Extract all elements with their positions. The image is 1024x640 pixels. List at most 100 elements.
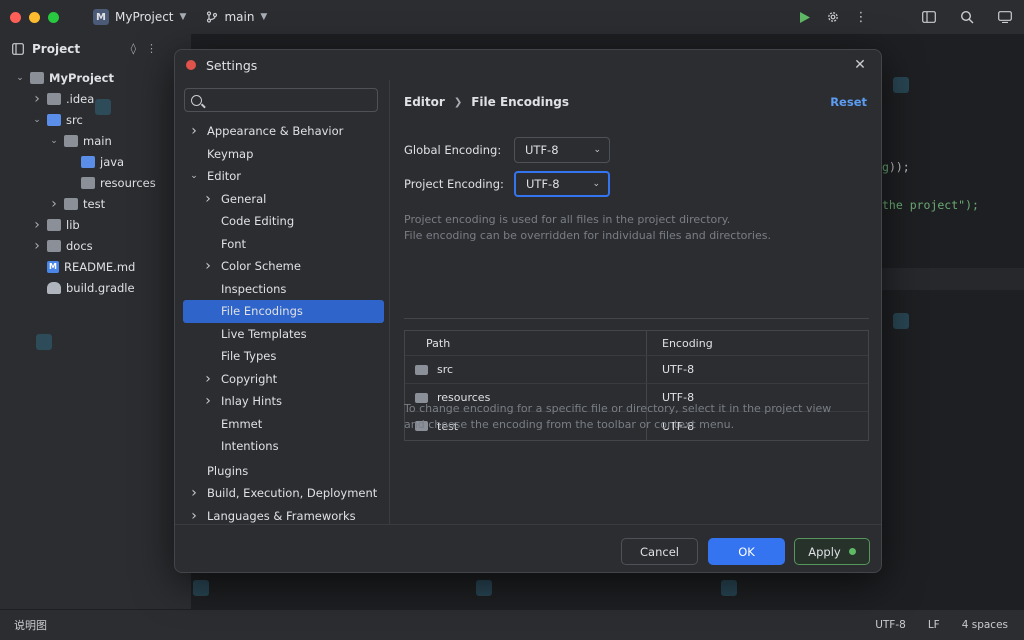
chevron-right-icon[interactable]: › <box>189 123 199 139</box>
chevron-right-icon[interactable]: › <box>31 238 43 254</box>
table-header: Path Encoding <box>405 331 868 356</box>
tree-item[interactable]: › docs <box>0 235 191 256</box>
play-icon <box>800 11 810 23</box>
settings-nav-item[interactable]: File Encodings <box>183 300 384 323</box>
settings-search[interactable] <box>184 88 378 112</box>
tree-item[interactable]: ⌄ main <box>0 130 191 151</box>
settings-nav-item[interactable]: Intentions <box>175 435 390 458</box>
minimize-window-button[interactable] <box>29 11 40 23</box>
column-header-path[interactable]: Path <box>405 331 647 355</box>
chevron-right-icon[interactable]: › <box>48 196 60 212</box>
layout-button[interactable] <box>918 6 940 28</box>
current-line-highlight <box>882 268 1024 290</box>
settings-nav-item[interactable]: › General <box>175 188 390 211</box>
search-everywhere-button[interactable] <box>956 6 978 28</box>
tree-item[interactable]: ⌄ MyProject <box>0 67 191 88</box>
tree-item[interactable]: M README.md <box>0 256 191 277</box>
folder-icon <box>47 218 61 231</box>
tree-item[interactable]: java <box>0 151 191 172</box>
settings-nav-item[interactable]: › Inlay Hints <box>175 390 390 413</box>
settings-nav-panel: › Appearance & Behavior Keymap ⌄ Editor › Gene… <box>175 80 390 524</box>
more-button[interactable]: ⋮ <box>850 6 872 28</box>
hint-line: File encoding can be overridden for indi… <box>404 229 771 242</box>
chevron-right-icon[interactable]: › <box>189 485 199 501</box>
breadcrumb: Editor ❯ File Encodings <box>404 95 569 109</box>
layout-icon <box>922 11 936 23</box>
settings-nav-item[interactable]: › Build, Execution, Deployment <box>175 482 390 505</box>
settings-nav-label: Color Scheme <box>221 259 301 274</box>
chevron-right-icon[interactable]: › <box>203 191 213 207</box>
settings-nav-label: Code Editing <box>221 214 295 229</box>
apply-button[interactable]: Apply <box>794 538 870 565</box>
chevron-right-icon[interactable]: › <box>31 91 43 107</box>
chevron-down-icon[interactable]: ⌄ <box>31 115 43 125</box>
reset-link[interactable]: Reset <box>830 95 867 109</box>
source-folder-icon <box>81 155 95 168</box>
breadcrumb-parent[interactable]: Editor <box>404 95 445 109</box>
settings-nav-item[interactable]: Inspections <box>175 278 390 301</box>
encoding-cell[interactable]: UTF-8 <box>647 356 694 383</box>
settings-nav-item[interactable]: Code Editing <box>175 210 390 233</box>
cancel-button[interactable]: Cancel <box>621 538 698 565</box>
status-left-text: 说明图 <box>14 619 47 632</box>
settings-nav-item[interactable]: Live Templates <box>175 323 390 346</box>
settings-nav-label: Intentions <box>221 439 279 454</box>
global-encoding-value: UTF-8 <box>525 143 559 157</box>
file-encodings-panel: Editor ❯ File Encodings Reset Global Enc… <box>391 80 881 524</box>
chevron-down-icon[interactable]: ⌄ <box>14 73 26 83</box>
code-fragment-text: )); <box>888 160 910 174</box>
tree-item[interactable]: build.gradle <box>0 277 191 298</box>
settings-nav-item[interactable]: File Types <box>175 345 390 368</box>
chevron-down-icon[interactable]: ⌄ <box>48 136 60 146</box>
tree-item[interactable]: › test <box>0 193 191 214</box>
ok-button[interactable]: OK <box>708 538 785 565</box>
ai-assistant-button[interactable] <box>994 6 1016 28</box>
maximize-window-button[interactable] <box>48 11 59 23</box>
project-switcher[interactable]: M MyProject ▼ <box>93 9 186 25</box>
settings-nav-item[interactable]: › Copyright <box>175 368 390 391</box>
project-name: MyProject <box>115 10 174 24</box>
close-window-button[interactable] <box>10 11 21 23</box>
modified-indicator <box>848 548 856 555</box>
settings-button[interactable] <box>822 6 844 28</box>
global-encoding-select[interactable]: UTF-8 ⌄ <box>514 137 610 163</box>
chevron-right-icon[interactable]: › <box>203 371 213 387</box>
column-header-encoding[interactable]: Encoding <box>647 331 713 355</box>
indent-widget[interactable]: 4 spaces <box>962 619 1008 631</box>
project-encoding-select[interactable]: UTF-8 ⌄ <box>514 171 610 197</box>
path-cell: src <box>405 356 647 383</box>
table-hint: To change encoding for a specific file o… <box>404 401 831 433</box>
chevron-down-icon: ▼ <box>260 12 268 22</box>
branch-switcher[interactable]: main ▼ <box>206 10 267 24</box>
settings-nav-item[interactable]: › Color Scheme <box>175 255 390 278</box>
code-fragment: the project"); <box>882 198 979 212</box>
chevron-down-icon[interactable]: ⌄ <box>189 171 199 181</box>
table-row[interactable]: src UTF-8 <box>405 356 868 384</box>
run-button[interactable] <box>794 6 816 28</box>
settings-search-input[interactable] <box>208 93 368 107</box>
chevron-right-icon[interactable]: › <box>203 393 213 409</box>
dialog-close-dot[interactable] <box>186 60 196 70</box>
tree-item[interactable]: resources <box>0 172 191 193</box>
settings-nav-item[interactable]: Plugins <box>175 460 390 483</box>
settings-nav-label: Inlay Hints <box>221 394 283 409</box>
assistant-icon <box>998 11 1012 23</box>
settings-nav-item[interactable]: Keymap <box>175 143 390 166</box>
more-vertical-icon[interactable]: ⋮ <box>146 42 157 55</box>
chevron-right-icon[interactable]: › <box>203 258 213 274</box>
file-encoding-widget[interactable]: UTF-8 <box>875 619 906 631</box>
locate-icon[interactable]: ◊ <box>131 42 136 55</box>
settings-nav-item[interactable]: Font <box>175 233 390 256</box>
settings-nav-item[interactable]: Emmet <box>175 413 390 436</box>
chevron-right-icon[interactable]: › <box>31 217 43 233</box>
close-button[interactable]: ✕ <box>851 56 869 74</box>
tree-item-label: main <box>83 133 112 148</box>
line-separator-widget[interactable]: LF <box>928 619 940 631</box>
ghost-icon <box>193 580 209 596</box>
project-encoding-label: Project Encoding: <box>404 177 504 191</box>
settings-nav-item[interactable]: › Appearance & Behavior <box>175 120 390 143</box>
tree-item[interactable]: › lib <box>0 214 191 235</box>
settings-nav-item[interactable]: ⌄ Editor <box>175 165 390 188</box>
project-encoding-value: UTF-8 <box>526 177 560 191</box>
chevron-right-icon[interactable]: › <box>189 508 199 524</box>
